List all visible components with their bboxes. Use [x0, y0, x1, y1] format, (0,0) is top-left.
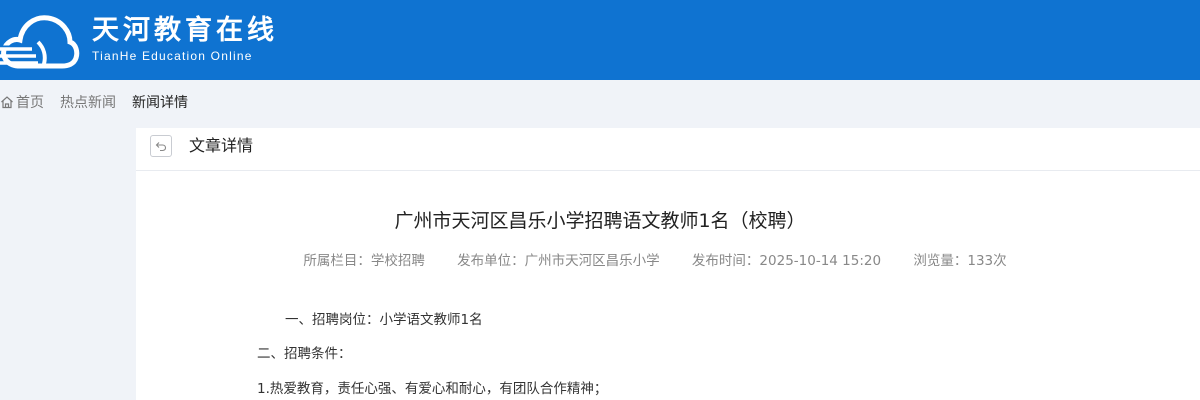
- panel-header: 文章详情: [136, 128, 1200, 171]
- breadcrumb-current: 新闻详情: [132, 92, 188, 112]
- breadcrumb-home-label: 首页: [16, 95, 44, 111]
- breadcrumb-section[interactable]: 热点新闻: [60, 92, 116, 112]
- home-icon: [1, 96, 13, 109]
- breadcrumb-section-label: 热点新闻: [60, 95, 116, 111]
- meta-publisher: 发布单位：广州市天河区昌乐小学: [457, 253, 660, 269]
- site-subtitle: TianHe Education Online: [92, 49, 253, 63]
- breadcrumb-current-label: 新闻详情: [132, 95, 188, 111]
- article-paragraph: 一、招聘岗位：小学语文教师1名: [285, 312, 483, 328]
- back-arrow-icon: [155, 142, 167, 152]
- meta-views: 浏览量：133次: [913, 253, 1007, 269]
- article-paragraph: 1.热爱教育，责任心强、有爱心和耐心，有团队合作精神；: [257, 381, 608, 397]
- article-title: 广州市天河区昌乐小学招聘语文教师1名（校聘）: [394, 210, 806, 232]
- cloud-logo-icon: [0, 15, 80, 69]
- article-paragraph: 二、招聘条件：: [257, 346, 352, 362]
- breadcrumb-home[interactable]: 首页: [0, 92, 44, 112]
- breadcrumb: 首页 热点新闻 新闻详情: [0, 90, 188, 114]
- meta-column: 所属栏目：学校招聘: [303, 253, 425, 269]
- meta-time: 发布时间：2025-10-14 15:20: [691, 253, 882, 269]
- site-title: 天河教育在线: [92, 15, 278, 46]
- article-meta: 所属栏目：学校招聘 发布单位：广州市天河区昌乐小学 发布时间：2025-10-1…: [0, 252, 1200, 270]
- panel-title: 文章详情: [189, 136, 254, 155]
- site-header: 天河教育在线 TianHe Education Online: [0, 0, 1200, 80]
- back-button[interactable]: [150, 135, 172, 157]
